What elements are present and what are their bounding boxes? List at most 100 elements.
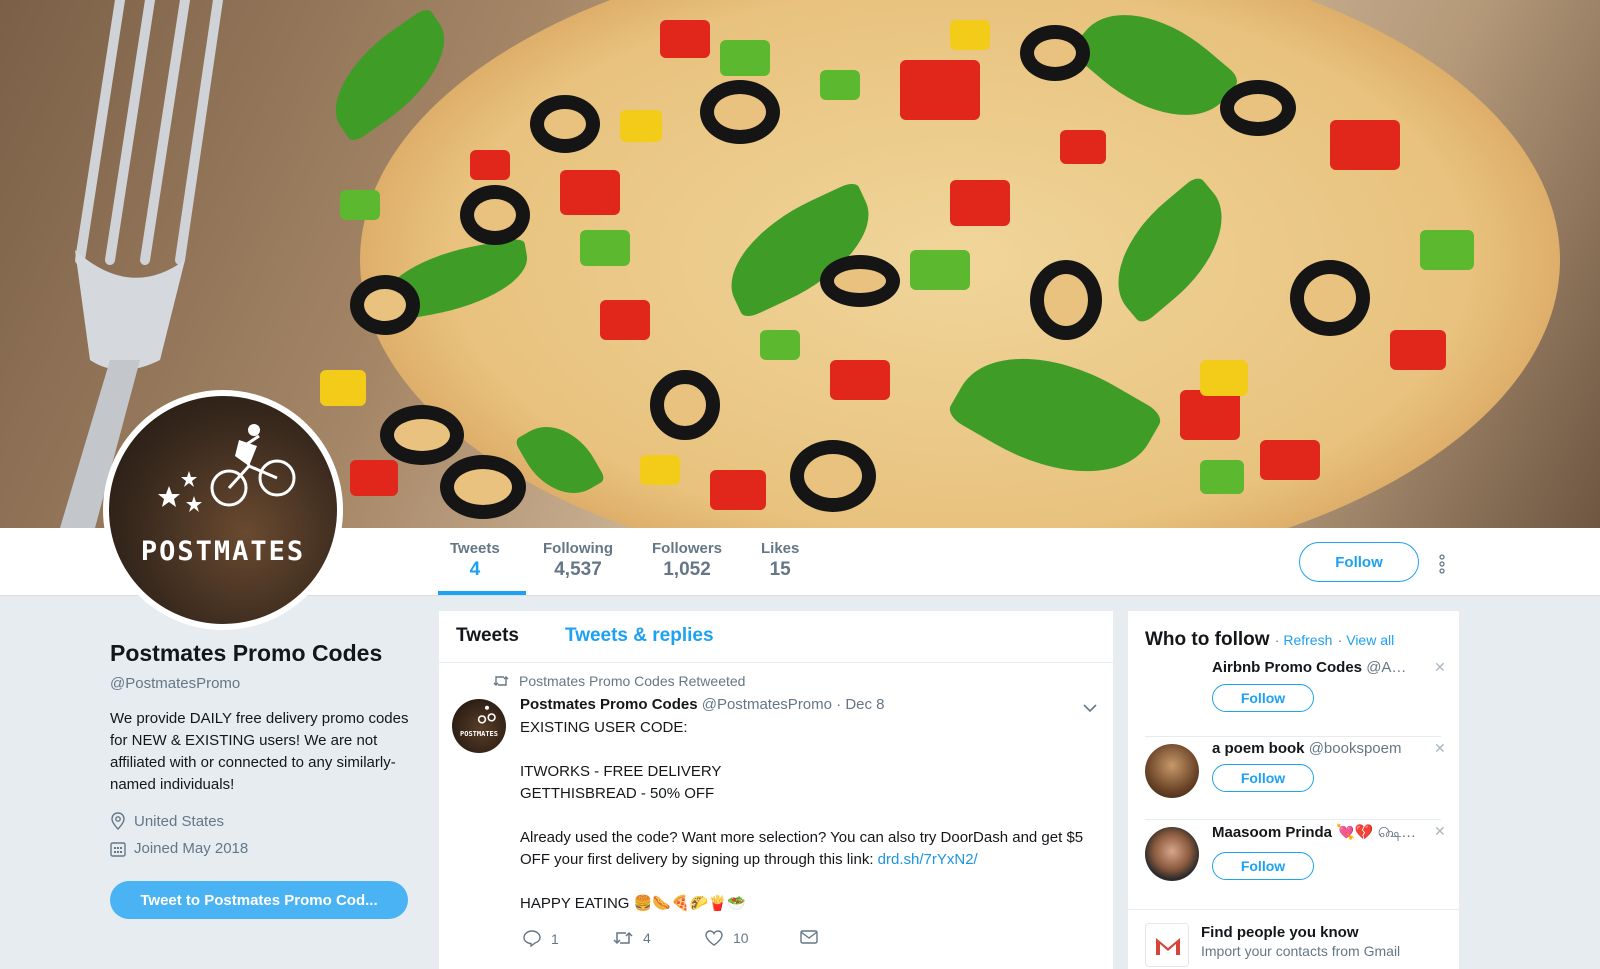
dismiss-icon[interactable]: ✕: [1434, 740, 1446, 757]
pepper-piece: [1180, 390, 1240, 440]
suggestion-name[interactable]: Airbnb Promo Codes @A…: [1212, 659, 1422, 676]
retweet-context-text[interactable]: Postmates Promo Codes Retweeted: [519, 673, 745, 689]
find-people-title[interactable]: Find people you know: [1201, 924, 1359, 941]
olive-slice: [820, 255, 900, 307]
divider: [1145, 736, 1441, 737]
calendar-icon: [110, 841, 126, 857]
yellow-pepper-piece: [950, 20, 990, 50]
tweet-line: [520, 805, 1090, 827]
suggestion-name[interactable]: Maasoom Prinda 💘💔 ௸…: [1212, 823, 1422, 843]
tweet-line: EXISTING USER CODE:: [520, 719, 688, 736]
suggestion-display-name: Airbnb Promo Codes: [1212, 659, 1363, 676]
profile-location: United States: [110, 812, 420, 830]
tweet-header: Postmates Promo Codes @PostmatesPromo · …: [520, 696, 885, 713]
olive-slice: [380, 405, 464, 465]
olive-slice: [440, 455, 526, 519]
green-pepper-piece: [340, 190, 380, 220]
pepper-piece: [1390, 330, 1446, 370]
stat-value: 15: [769, 559, 791, 580]
profile-name: Postmates Promo Codes: [110, 640, 383, 666]
tweet-author-avatar[interactable]: POSTMATES: [452, 699, 506, 753]
find-people-subtitle: Import your contacts from Gmail: [1201, 943, 1401, 959]
olive-slice: [790, 440, 876, 512]
tab-tweets[interactable]: Tweets: [456, 625, 519, 647]
tweet-line: Already used the code? Want more selecti…: [520, 829, 1084, 868]
suggestion-name[interactable]: a poem book @bookspoem: [1212, 740, 1422, 757]
tab-tweets-and-replies[interactable]: Tweets & replies: [565, 625, 714, 647]
retweet-icon: [613, 931, 633, 945]
suggestion-avatar[interactable]: [1145, 656, 1199, 710]
reply-action[interactable]: 1: [523, 930, 559, 947]
stat-following[interactable]: Following 4,537: [543, 540, 613, 581]
dismiss-icon[interactable]: ✕: [1434, 823, 1446, 840]
stat-value: 4,537: [554, 559, 602, 580]
suggestion-item: a poem book @bookspoem ✕ Follow: [1145, 738, 1446, 808]
olive-slice: [650, 370, 720, 440]
green-pepper-piece: [1200, 460, 1244, 494]
timeline-tabs: Tweets Tweets & replies: [439, 611, 1113, 663]
stat-label: Followers: [652, 540, 723, 557]
pepper-piece: [660, 20, 710, 58]
vertical-dots-icon[interactable]: [1438, 554, 1446, 574]
pepper-piece: [900, 60, 980, 120]
profile-bio: We provide DAILY free delivery promo cod…: [110, 710, 409, 793]
reply-icon: [523, 930, 541, 947]
pepper-piece: [470, 150, 510, 180]
stat-value: 4: [469, 559, 481, 580]
dismiss-icon[interactable]: ✕: [1434, 659, 1446, 676]
yellow-pepper-piece: [640, 455, 680, 485]
olive-slice: [700, 80, 780, 144]
chevron-down-icon[interactable]: [1083, 703, 1097, 713]
retweet-icon: [493, 676, 509, 686]
stat-followers[interactable]: Followers 1,052: [652, 540, 722, 581]
green-pepper-piece: [720, 40, 770, 76]
suggestion-follow-button[interactable]: Follow: [1212, 684, 1314, 712]
pepper-piece: [560, 170, 620, 215]
tweet-author-handle[interactable]: @PostmatesPromo: [702, 696, 832, 713]
stat-tweets[interactable]: Tweets 4: [450, 540, 500, 581]
stat-label: Following: [543, 540, 613, 557]
suggestion-handle: @bookspoem: [1308, 740, 1402, 757]
green-pepper-piece: [820, 70, 860, 100]
suggestion-avatar[interactable]: [1145, 827, 1199, 881]
suggestion-item: Maasoom Prinda 💘💔 ௸… ✕ Follow: [1145, 821, 1446, 891]
tweet-line: HAPPY EATING 🍔🌭🍕🌮🍟🥗: [520, 895, 746, 912]
joined-text: Joined May 2018: [134, 840, 249, 857]
stat-label: Tweets: [450, 540, 500, 557]
profile-card: Postmates Promo Codes @PostmatesPromo We…: [110, 640, 420, 857]
yellow-pepper-piece: [320, 370, 366, 406]
refresh-link[interactable]: Refresh: [1283, 632, 1332, 648]
courier-bike-logo: [158, 424, 296, 512]
retweet-action[interactable]: 4: [613, 930, 651, 946]
profile-joined: Joined May 2018: [110, 840, 420, 857]
view-all-link[interactable]: View all: [1346, 632, 1394, 648]
who-to-follow-panel: Who to follow · Refresh · View all Airbn…: [1128, 611, 1459, 969]
pepper-piece: [600, 300, 650, 340]
suggestion-handle: ௸…: [1377, 824, 1417, 841]
location-text[interactable]: United States: [134, 813, 224, 830]
olive-slice: [530, 95, 600, 153]
profile-avatar[interactable]: POSTMATES: [103, 390, 343, 630]
tweet-author-name[interactable]: Postmates Promo Codes: [520, 696, 698, 713]
suggestion-avatar[interactable]: [1145, 744, 1199, 798]
tweet-to-button[interactable]: Tweet to Postmates Promo Cod...: [110, 881, 408, 919]
tweet-date[interactable]: · Dec 8: [836, 696, 884, 713]
tweet-link[interactable]: drd.sh/7rYxN2/: [878, 851, 978, 868]
green-pepper-piece: [760, 330, 800, 360]
profile-handle[interactable]: @PostmatesPromo: [110, 675, 420, 692]
suggestion-follow-button[interactable]: Follow: [1212, 764, 1314, 792]
olive-slice: [1030, 260, 1102, 340]
olive-slice: [1290, 260, 1370, 336]
green-pepper-piece: [910, 250, 970, 290]
olive-slice: [350, 275, 420, 335]
direct-message-action[interactable]: [800, 930, 818, 944]
tweet-line: GETTHISBREAD - 50% OFF: [520, 785, 715, 802]
stat-likes[interactable]: Likes 15: [761, 540, 799, 581]
follow-button[interactable]: Follow: [1299, 542, 1419, 582]
pepper-piece: [350, 460, 398, 496]
pepper-piece: [1060, 130, 1106, 164]
olive-slice: [460, 185, 530, 245]
like-action[interactable]: 10: [705, 930, 749, 946]
who-to-follow-title: Who to follow: [1145, 629, 1270, 650]
suggestion-follow-button[interactable]: Follow: [1212, 852, 1314, 880]
